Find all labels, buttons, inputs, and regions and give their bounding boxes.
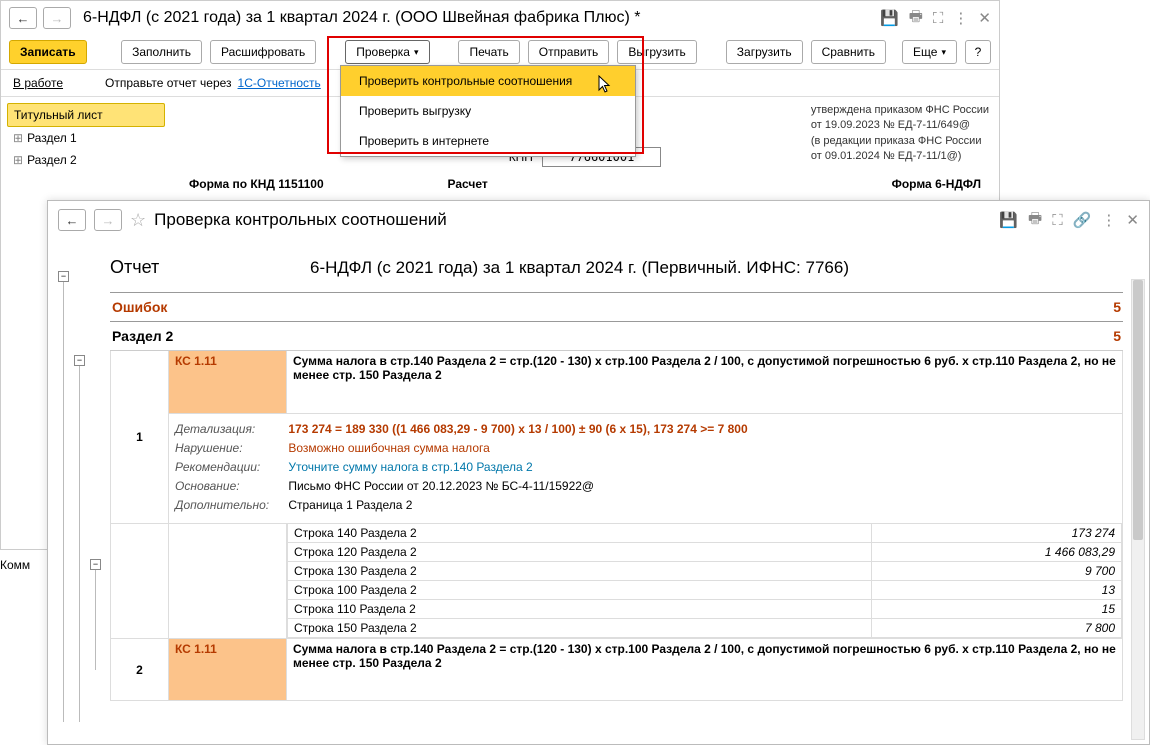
line-value: 7 800 [871,619,1121,638]
save-icon[interactable]: 💾 [999,211,1018,229]
line-name: Строка 130 Раздела 2 [288,562,872,581]
line-row: Строка 140 Раздела 2173 274 [288,524,1122,543]
line-row: Строка 150 Раздела 27 800 [288,619,1122,638]
basis-value: Письмо ФНС России от 20.12.2023 № БС-4-1… [288,479,594,493]
status-text: Отправьте отчет через [105,76,232,90]
decode-button[interactable]: Расшифровать [210,40,316,64]
comment-label: Комм [0,558,30,572]
row-number: 2 [111,639,169,701]
vertical-scrollbar[interactable] [1131,279,1145,740]
send-button[interactable]: Отправить [528,40,610,64]
errors-row: Ошибок 5 [110,293,1123,322]
load-button[interactable]: Загрузить [726,40,803,64]
line-name: Строка 110 Раздела 2 [288,600,872,619]
kebab-icon[interactable]: ⋮ [1101,211,1116,229]
line-row: Строка 100 Раздела 213 [288,581,1122,600]
line-row: Строка 130 Раздела 29 700 [288,562,1122,581]
line-value: 9 700 [871,562,1121,581]
calc-label: Расчет [448,177,488,191]
line-value: 13 [871,581,1121,600]
window2-title: Проверка контрольных соотношений [154,210,991,230]
close-icon[interactable]: ✕ [978,9,991,27]
row-number: 1 [111,351,169,524]
write-button[interactable]: Записать [9,40,87,64]
fill-button[interactable]: Заполнить [121,40,202,64]
table-row: 1 КС 1.11 Сумма налога в стр.140 Раздела… [111,351,1123,413]
status-link[interactable]: 1С-Отчетность [238,76,321,90]
dd-check-ratios[interactable]: Проверить контрольные соотношения [341,66,635,96]
toolbar: Записать Заполнить Расшифровать Проверка… [1,35,999,69]
section-row[interactable]: Раздел 2 5 [110,322,1123,351]
check-button[interactable]: Проверка▾ [345,40,429,64]
collapse-icon[interactable]: − [90,559,101,570]
collapse-icon[interactable]: − [58,271,69,282]
preview-icon[interactable]: ⛶ [933,10,944,27]
form-name: Форма 6-НДФЛ [892,177,981,191]
nav-back-button[interactable]: ← [58,209,86,231]
line-value: 15 [871,600,1121,619]
expand-icon[interactable]: ⊞ [13,153,23,167]
status-label[interactable]: В работе [13,76,63,90]
additional-value: Страница 1 Раздела 2 [288,498,412,512]
more-button[interactable]: Еще▾ [902,40,957,64]
favorite-icon[interactable]: ☆ [130,210,146,231]
line-value: 1 466 083,29 [871,543,1121,562]
outline-gutter: − − − [48,239,110,744]
close-icon[interactable]: ✕ [1126,211,1139,229]
violations-table: 1 КС 1.11 Сумма налога в стр.140 Раздела… [110,351,1123,701]
compare-button[interactable]: Сравнить [811,40,886,64]
help-button[interactable]: ? [965,40,991,64]
expand-icon[interactable]: ⊞ [13,131,23,145]
titlebar: ← → 6-НДФЛ (с 2021 года) за 1 квартал 20… [1,1,999,35]
knd-label: Форма по КНД 1151100 [189,177,324,191]
line-name: Строка 150 Раздела 2 [288,619,872,638]
link-icon[interactable]: 🔗 [1073,211,1092,229]
order-note: утверждена приказом ФНС России от 19.09.… [811,103,989,165]
line-name: Строка 100 Раздела 2 [288,581,872,600]
line-name: Строка 140 Раздела 2 [288,524,872,543]
dd-check-internet[interactable]: Проверить в интернете [341,126,635,156]
recommendation-link[interactable]: Уточните сумму налога в стр.140 Раздела … [288,460,532,474]
violation-desc: Сумма налога в стр.140 Раздела 2 = стр.(… [287,351,1123,413]
check-dropdown: Проверить контрольные соотношения Провер… [340,65,636,157]
nav-forward-button[interactable]: → [43,7,71,29]
print-icon[interactable]: 🖶 [909,6,923,31]
line-row: Строка 110 Раздела 215 [288,600,1122,619]
check-results-window: ← → ☆ Проверка контрольных соотношений 💾… [47,200,1150,745]
collapse-icon[interactable]: − [74,355,85,366]
sidebar-item-title-page[interactable]: Титульный лист [7,103,165,127]
line-row: Строка 120 Раздела 21 466 083,29 [288,543,1122,562]
detalization-value: 173 274 = 189 330 ((1 466 083,29 - 9 700… [288,422,747,436]
line-name: Строка 120 Раздела 2 [288,543,872,562]
window-title: 6-НДФЛ (с 2021 года) за 1 квартал 2024 г… [83,9,874,27]
scroll-thumb[interactable] [1133,280,1143,540]
dd-check-export[interactable]: Проверить выгрузку [341,96,635,126]
kebab-icon[interactable]: ⋮ [953,9,968,27]
sidebar-item-section1[interactable]: ⊞ Раздел 1 [7,127,165,149]
print-button[interactable]: Печать [458,40,519,64]
table-row: Строка 140 Раздела 2173 274Строка 120 Ра… [111,524,1123,639]
sidebar-item-section2[interactable]: ⊞ Раздел 2 [7,149,165,171]
violation-value: Возможно ошибочная сумма налога [288,441,489,455]
nav-forward-button[interactable]: → [94,209,122,231]
violation-desc: Сумма налога в стр.140 Раздела 2 = стр.(… [287,639,1123,701]
ks-code-cell[interactable]: КС 1.11 [169,639,287,701]
preview-icon[interactable]: ⛶ [1052,212,1063,229]
save-icon[interactable]: 💾 [880,9,899,27]
report-body: Отчет 6-НДФЛ (с 2021 года) за 1 квартал … [110,239,1127,744]
report-label: Отчет [110,257,310,278]
print-icon[interactable]: 🖶 [1028,208,1042,233]
export-button[interactable]: Выгрузить [617,40,697,64]
table-row: Детализация: 173 274 = 189 330 ((1 466 0… [111,413,1123,524]
line-value: 173 274 [871,524,1121,543]
titlebar2: ← → ☆ Проверка контрольных соотношений 💾… [48,201,1149,239]
nav-back-button[interactable]: ← [9,7,37,29]
ks-code-cell[interactable]: КС 1.11 [169,351,287,413]
table-row: 2 КС 1.11 Сумма налога в стр.140 Раздела… [111,639,1123,701]
report-value: 6-НДФЛ (с 2021 года) за 1 квартал 2024 г… [310,258,849,278]
